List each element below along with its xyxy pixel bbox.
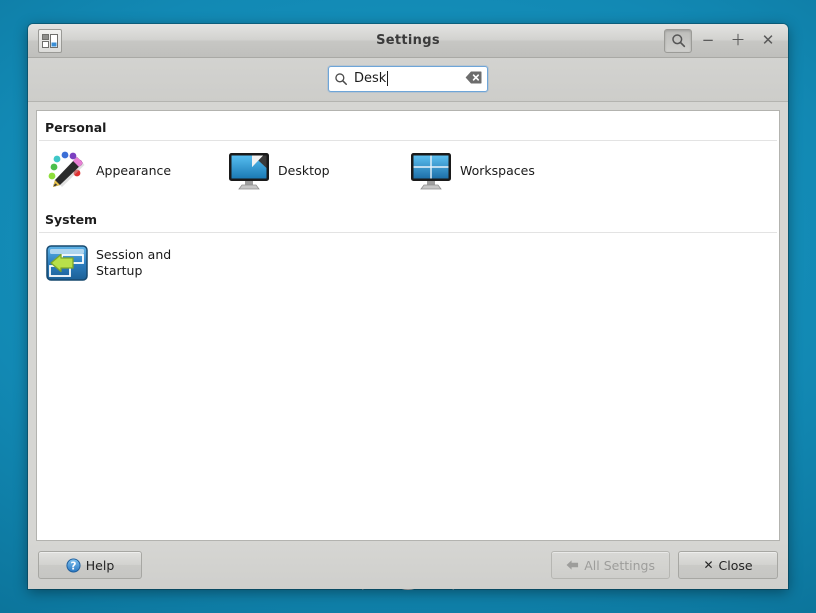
close-button-label: Close <box>718 557 753 573</box>
search-toolbar: Desk <box>28 58 788 102</box>
category-items: Appearance Desktop Workspaces <box>37 147 779 203</box>
help-button[interactable]: ? Help <box>38 551 142 579</box>
settings-item-label: Appearance <box>96 163 172 179</box>
category-system: System Session and Startup <box>37 203 779 295</box>
help-question-icon: ? <box>66 557 81 573</box>
window-footer: ? Help All Settings ✕ Close <box>28 541 788 589</box>
search-value: Desk <box>354 71 387 86</box>
category-divider <box>39 140 777 141</box>
magnifier-icon <box>671 34 685 48</box>
category-divider <box>39 232 777 233</box>
settings-item-label: Session and Startup <box>96 247 172 278</box>
settings-item-workspaces[interactable]: Workspaces <box>401 147 583 195</box>
search-toggle-button[interactable] <box>664 28 692 53</box>
maximize-button[interactable]: ＋ <box>724 29 752 53</box>
desktop-monitor-icon <box>225 149 273 193</box>
search-icon <box>335 72 347 85</box>
settings-item-appearance[interactable]: Appearance <box>37 147 219 195</box>
settings-item-label: Workspaces <box>460 163 535 179</box>
all-settings-button[interactable]: All Settings <box>551 551 670 579</box>
search-text-area[interactable]: Desk <box>354 71 461 86</box>
appearance-pencil-icon <box>43 149 91 193</box>
all-settings-button-label: All Settings <box>584 557 655 573</box>
cross-icon: ✕ <box>703 558 714 572</box>
clear-backspace-icon[interactable] <box>465 71 482 87</box>
category-title: Personal <box>45 120 107 135</box>
settings-item-desktop[interactable]: Desktop <box>219 147 401 195</box>
settings-item-session-and-startup[interactable]: Session and Startup <box>37 239 219 287</box>
settings-item-label: Desktop <box>278 163 330 179</box>
minimize-icon: − <box>701 31 715 49</box>
settings-window: Settings − ＋ ✕ Desk Personal Appearance … <box>28 24 788 589</box>
text-caret <box>387 71 389 86</box>
window-controls: − ＋ ✕ <box>664 28 782 53</box>
category-items: Session and Startup <box>37 239 779 295</box>
help-button-label: Help <box>85 557 115 573</box>
workspaces-monitor-grid-icon <box>407 149 455 193</box>
close-dialog-button[interactable]: ✕ Close <box>678 551 778 579</box>
minimize-button[interactable]: − <box>694 29 722 53</box>
close-button[interactable]: ✕ <box>754 29 782 53</box>
svg-text:?: ? <box>70 560 76 572</box>
window-titlebar[interactable]: Settings − ＋ ✕ <box>28 24 788 58</box>
session-startup-icon <box>43 241 91 285</box>
settings-panels-icon <box>38 28 62 53</box>
category-personal: Personal Appearance Desktop Workspaces <box>37 111 779 203</box>
maximize-icon: ＋ <box>730 31 746 49</box>
close-icon: ✕ <box>761 31 775 49</box>
settings-content-area: Personal Appearance Desktop Workspaces S… <box>36 110 780 541</box>
back-arrow-icon <box>566 560 579 570</box>
category-title: System <box>45 212 98 227</box>
search-input[interactable]: Desk <box>328 65 488 92</box>
